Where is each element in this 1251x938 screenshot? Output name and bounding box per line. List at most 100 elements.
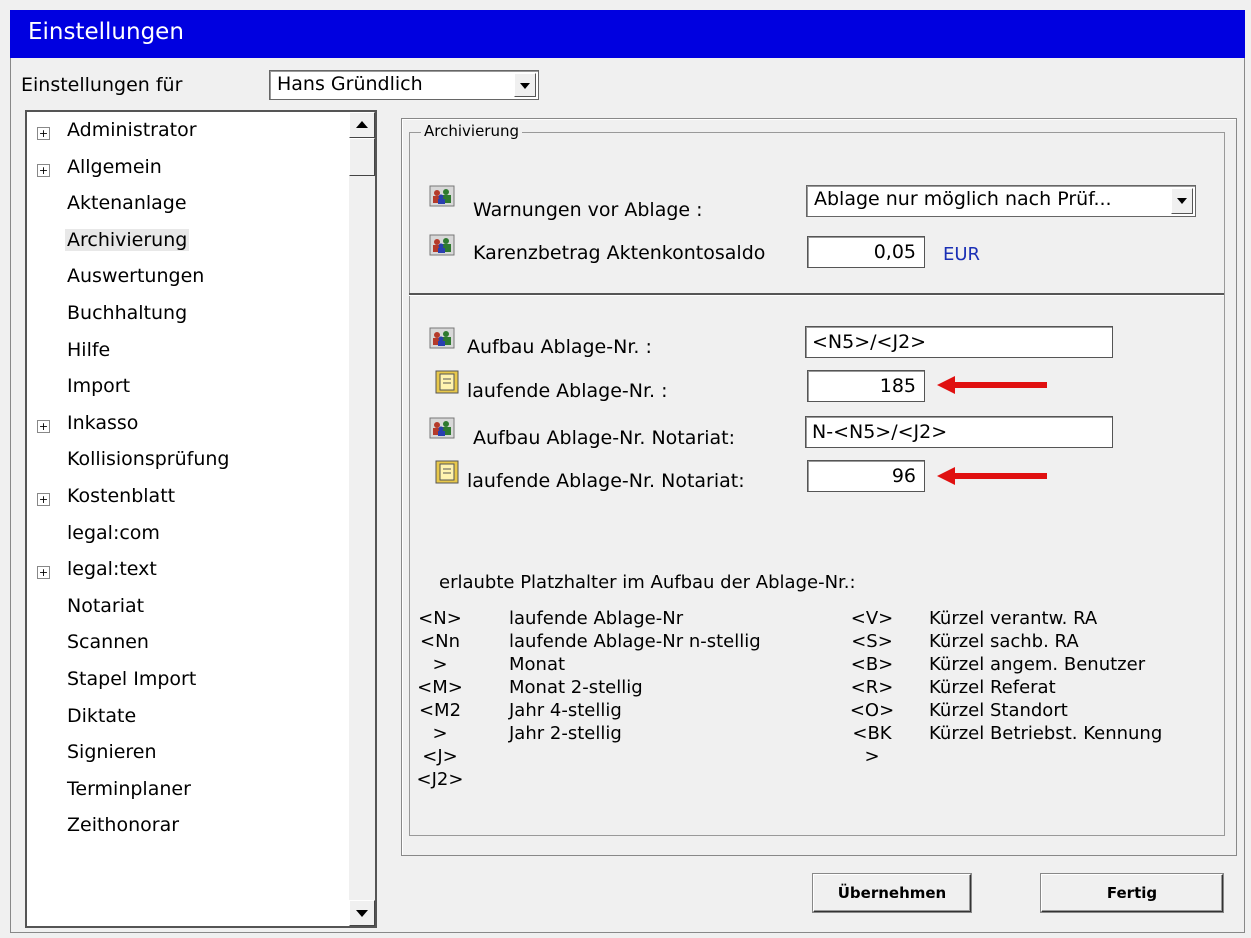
expand-icon[interactable]: + — [37, 163, 50, 177]
tree-item-buchhaltung[interactable]: Buchhaltung — [27, 301, 347, 331]
tree-item-label: Diktate — [67, 704, 137, 727]
done-button[interactable]: Fertig — [1041, 874, 1223, 912]
settings-window: Einstellungen für Hans Gründlich + Admini… — [10, 58, 1245, 933]
tree-item-zeithonorar[interactable]: Zeithonorar — [27, 813, 347, 843]
placeholders-left-desc-item: Monat 2-stellig — [509, 677, 643, 698]
tree-item-stapel-import[interactable]: Stapel Import — [27, 667, 347, 697]
expand-icon[interactable]: + — [37, 419, 50, 433]
scroll-up-arrow-icon[interactable] — [349, 112, 375, 138]
tree-item-allgemein[interactable]: + Allgemein — [27, 155, 347, 185]
users-icon[interactable] — [429, 326, 455, 350]
placeholders-right-desc-item: Kürzel angem. Benutzer — [929, 654, 1146, 675]
karenz-input[interactable]: 0,05 — [807, 236, 925, 268]
tree-item-label: Aktenanlage — [67, 192, 187, 215]
tree-item-label: Notariat — [67, 594, 145, 617]
warnungen-label: Warnungen vor Ablage : — [473, 199, 703, 221]
tree-item-import[interactable]: Import — [27, 374, 347, 404]
user-select[interactable]: Hans Gründlich — [269, 70, 539, 100]
placeholders-right-codes-item: <O> — [849, 700, 895, 721]
placeholders-left-desc-item: laufende Ablage-Nr n-stellig — [509, 631, 761, 652]
tree-item-label: Kostenblatt — [67, 485, 176, 507]
tree-item-label: Archivierung — [65, 228, 190, 251]
placeholders-left-codes-item: <M> — [417, 677, 463, 698]
tree-item-diktate[interactable]: Diktate — [27, 704, 347, 734]
expand-icon[interactable]: + — [37, 566, 50, 580]
laufende-label: laufende Ablage-Nr. : — [467, 380, 668, 402]
laufende-input[interactable]: 185 — [807, 370, 925, 402]
apply-button[interactable]: Übernehmen — [813, 874, 971, 912]
tree-item-scannen[interactable]: Scannen — [27, 630, 347, 660]
scroll-thumb[interactable] — [349, 138, 375, 176]
placeholders-left-codes-item: <J> — [422, 746, 458, 767]
placeholders-right-desc-item: Kürzel Betriebst. Kennung — [929, 723, 1163, 744]
tree-item-label: Terminplaner — [67, 777, 191, 800]
placeholders-right-desc-item: Kürzel Referat — [929, 677, 1056, 698]
red-arrow-icon — [937, 467, 1047, 485]
tree-item-administrator[interactable]: + Administrator — [27, 118, 347, 148]
placeholders-left-desc-item: laufende Ablage-Nr — [509, 608, 684, 629]
placeholders-left-codes-item: <N> — [418, 608, 462, 629]
tree-item-auswertungen[interactable]: Auswertungen — [27, 264, 347, 294]
tree-item-label: Kollisionsprüfung — [67, 448, 230, 471]
users-icon[interactable] — [429, 416, 455, 440]
tree-item-label: Stapel Import — [67, 668, 197, 690]
tree-item-hilfe[interactable]: Hilfe — [27, 338, 347, 368]
placeholders-left-desc-item: Jahr 2-stellig — [509, 723, 622, 744]
tree-item-archivierung[interactable]: Archivierung — [27, 228, 347, 258]
expand-icon[interactable]: + — [37, 127, 50, 140]
title-bar: Einstellungen — [10, 10, 1245, 58]
user-select-value: Hans Gründlich — [277, 73, 423, 95]
placeholders-left-codes-item: > — [432, 654, 448, 675]
window-title: Einstellungen — [28, 19, 184, 45]
placeholders-left-codes-item: <J2> — [416, 769, 464, 790]
scroll-down-arrow-icon[interactable] — [349, 900, 375, 926]
counter-icon[interactable] — [435, 370, 461, 394]
tree-item-notariat[interactable]: Notariat — [27, 594, 347, 624]
aufbau-notariat-label: Aufbau Ablage-Nr. Notariat: — [473, 427, 735, 449]
tree-item-kostenblatt[interactable]: + Kostenblatt — [27, 484, 347, 514]
aufbau-notariat-input[interactable]: N-<N5>/<J2> — [805, 416, 1113, 448]
tree-item-kollisionspr-fung[interactable]: Kollisionsprüfung — [27, 447, 347, 477]
tree-item-label: Signieren — [67, 741, 157, 764]
placeholders-title: erlaubte Platzhalter im Aufbau der Ablag… — [439, 572, 856, 593]
laufende-notariat-label: laufende Ablage-Nr. Notariat: — [467, 470, 745, 492]
placeholders-left-desc-item: Jahr 4-stellig — [509, 700, 622, 721]
warnungen-select[interactable]: Ablage nur möglich nach Prüf... — [806, 185, 1196, 217]
placeholders-right-desc-item: Kürzel sachb. RA — [929, 631, 1079, 652]
tree-item-legal-com[interactable]: legal:com — [27, 521, 347, 551]
karenz-label: Karenzbetrag Aktenkontosaldo — [473, 242, 766, 264]
tree-item-terminplaner[interactable]: Terminplaner — [27, 777, 347, 807]
settings-tree[interactable]: + Administrator + Allgemein Aktenanlage Archi… — [25, 110, 377, 928]
tree-scrollbar[interactable] — [349, 112, 375, 926]
tree-item-aktenanlage[interactable]: Aktenanlage — [27, 191, 347, 221]
warnungen-value: Ablage nur möglich nach Prüf... — [814, 188, 1112, 210]
tree-item-signieren[interactable]: Signieren — [27, 740, 347, 770]
tree-item-label: Auswertungen — [67, 265, 205, 288]
users-icon[interactable] — [429, 233, 455, 257]
laufende-notariat-input[interactable]: 96 — [807, 460, 925, 492]
placeholders-right-codes-item: > — [864, 746, 880, 767]
tree-item-label: legal:com — [67, 521, 160, 544]
dropdown-arrow-icon[interactable] — [1171, 188, 1193, 214]
aufbau-input[interactable]: <N5>/<J2> — [805, 326, 1113, 358]
users-icon[interactable] — [429, 184, 455, 208]
placeholders-left-codes-item: <Nn — [420, 631, 460, 652]
placeholders-right-codes-item: <BK — [852, 723, 892, 744]
expand-icon[interactable]: + — [37, 493, 50, 506]
placeholders-right-codes-item: <R> — [850, 677, 894, 698]
tree-item-inkasso[interactable]: + Inkasso — [27, 411, 347, 441]
counter-icon[interactable] — [435, 460, 461, 484]
red-arrow-icon — [937, 376, 1047, 394]
tree-item-label: Scannen — [67, 631, 149, 654]
placeholders-right-desc-item: Kürzel verantw. RA — [929, 608, 1098, 629]
placeholders-right-codes-item: <S> — [851, 631, 893, 652]
tree-item-label: Buchhaltung — [67, 302, 188, 324]
placeholders-right-codes-item: <B> — [850, 654, 894, 675]
placeholders-left-codes-item: > — [432, 723, 448, 744]
aufbau-label: Aufbau Ablage-Nr. : — [467, 336, 652, 358]
tree-item-label: Import — [67, 375, 131, 398]
tree-item-legal-text[interactable]: + legal:text — [27, 557, 347, 587]
placeholders-left-codes-item: <M2 — [418, 700, 462, 721]
dropdown-arrow-icon[interactable] — [514, 73, 536, 97]
tree-item-label: Hilfe — [67, 338, 111, 361]
